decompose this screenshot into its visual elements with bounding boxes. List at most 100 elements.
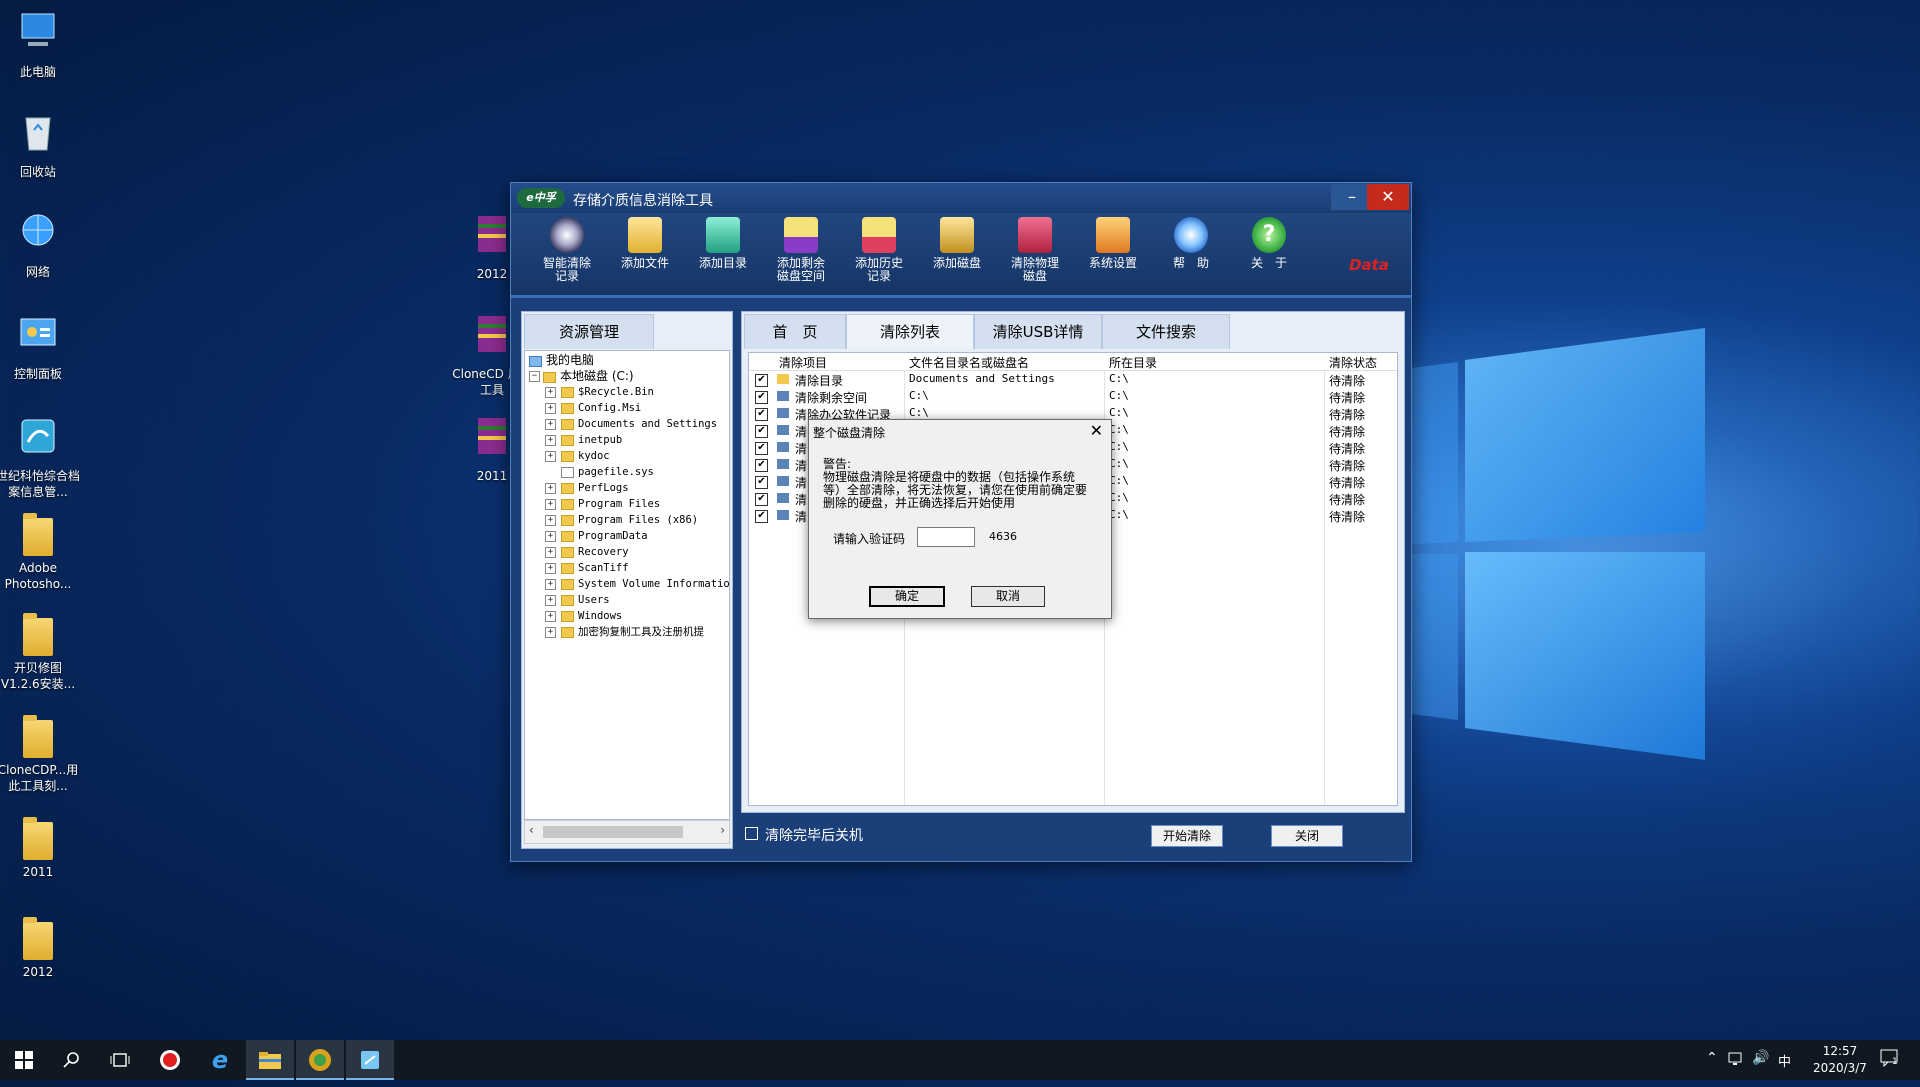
tree-item[interactable]: + kydoc	[545, 448, 610, 464]
add-disk-button[interactable]: 添加磁盘	[919, 217, 995, 270]
tree-item[interactable]: pagefile.sys	[545, 464, 654, 480]
smart-clean-button[interactable]: 智能清除 记录	[529, 217, 605, 283]
scroll-right-icon[interactable]: ›	[720, 823, 725, 837]
expand-icon[interactable]: +	[545, 451, 556, 462]
column-header[interactable]: 清除状态	[1329, 354, 1377, 371]
desktop-icon-clonecd-folder[interactable]: CloneCDP...用此工具刻...	[0, 715, 80, 794]
expand-icon[interactable]: +	[545, 547, 556, 558]
column-header[interactable]: 清除项目	[779, 354, 827, 371]
tree-item[interactable]: + ProgramData	[545, 528, 648, 544]
expand-icon[interactable]: +	[545, 387, 556, 398]
expand-icon[interactable]: +	[545, 627, 556, 638]
dialog-close-icon[interactable]: ✕	[1090, 421, 1103, 440]
horizontal-scrollbar[interactable]: ‹ ›	[524, 820, 730, 844]
tab-home[interactable]: 首 页	[744, 314, 846, 349]
desktop-icon-2011-folder[interactable]: 2011	[0, 817, 80, 880]
expand-icon[interactable]: +	[545, 499, 556, 510]
desktop-icon-2012-folder[interactable]: 2012	[0, 917, 80, 980]
row-checkbox[interactable]: ✔	[755, 425, 768, 438]
table-row[interactable]: ✔ 清除剩余空间 C:\ C:\ 待清除	[749, 388, 1397, 405]
scroll-left-icon[interactable]: ‹	[529, 823, 534, 837]
tray-chevron-icon[interactable]: ⌃	[1706, 1050, 1718, 1066]
add-history-button[interactable]: 添加历史 记录	[841, 217, 917, 283]
desktop-icon-control-panel[interactable]: 控制面板	[0, 310, 80, 382]
row-checkbox[interactable]: ✔	[755, 510, 768, 523]
tree-root[interactable]: 我的电脑	[529, 352, 594, 368]
tree-item[interactable]: + System Volume Informatio	[545, 576, 729, 592]
expand-icon[interactable]: +	[545, 403, 556, 414]
add-file-button[interactable]: 添加文件	[607, 217, 683, 270]
verification-input[interactable]	[917, 527, 975, 547]
tab-resource-management[interactable]: 资源管理	[524, 314, 654, 349]
title-bar[interactable]: e中孚 存储介质信息消除工具 – ✕	[511, 183, 1411, 213]
tree-item[interactable]: + ScanTiff	[545, 560, 629, 576]
expand-icon[interactable]: +	[545, 611, 556, 622]
expand-icon[interactable]: +	[545, 419, 556, 430]
row-checkbox[interactable]: ✔	[755, 442, 768, 455]
expand-icon[interactable]: +	[545, 531, 556, 542]
collapse-icon[interactable]: −	[529, 371, 540, 382]
column-header[interactable]: 文件名目录名或磁盘名	[909, 354, 1029, 371]
help-button[interactable]: 帮 助	[1153, 217, 1229, 270]
shutdown-checkbox[interactable]	[745, 827, 758, 840]
row-checkbox[interactable]: ✔	[755, 493, 768, 506]
tree-item[interactable]: + Program Files	[545, 496, 660, 512]
column-header[interactable]: 所在目录	[1109, 354, 1157, 371]
desktop-icon-recycle-bin[interactable]: 回收站	[0, 108, 80, 180]
expand-icon[interactable]: +	[545, 515, 556, 526]
desktop-icon-network[interactable]: 网络	[0, 208, 80, 280]
tab-file-search[interactable]: 文件搜索	[1102, 314, 1230, 349]
network-tray-icon[interactable]	[1728, 1051, 1744, 1070]
row-checkbox[interactable]: ✔	[755, 408, 768, 421]
system-settings-button[interactable]: 系统设置	[1075, 217, 1151, 270]
expand-icon[interactable]: +	[545, 579, 556, 590]
tree-item[interactable]: + PerfLogs	[545, 480, 629, 496]
volume-icon[interactable]: 🔊	[1752, 1050, 1769, 1066]
add-directory-button[interactable]: 添加目录	[685, 217, 761, 270]
task-view-button[interactable]	[96, 1040, 144, 1080]
tree-item[interactable]: + Users	[545, 592, 610, 608]
taskbar-erase-tool[interactable]	[296, 1040, 344, 1080]
add-free-space-button[interactable]: 添加剩余 磁盘空间	[763, 217, 839, 283]
clock-time[interactable]: 12:57	[1816, 1044, 1864, 1058]
close-button[interactable]: 关闭	[1271, 825, 1343, 847]
tree-item[interactable]: + Program Files (x86)	[545, 512, 698, 528]
ok-button[interactable]: 确定	[869, 586, 945, 607]
taskbar-record-app[interactable]	[146, 1040, 194, 1080]
tab-clean-list[interactable]: 清除列表	[846, 314, 974, 349]
desktop-icon-kaibei-folder[interactable]: 开贝修图V1.2.6安装...	[0, 613, 80, 692]
scrollbar-thumb[interactable]	[543, 826, 683, 838]
tree-drive[interactable]: − 本地磁盘 (C:)	[529, 368, 634, 384]
taskbar-file-explorer[interactable]	[246, 1040, 294, 1080]
desktop-icon-archive-app[interactable]: 世纪科怡综合档案信息管...	[0, 412, 80, 500]
tree-item[interactable]: + $Recycle.Bin	[545, 384, 654, 400]
tree-item[interactable]: + Config.Msi	[545, 400, 641, 416]
start-clean-button[interactable]: 开始清除	[1151, 825, 1223, 847]
expand-icon[interactable]: +	[545, 563, 556, 574]
table-row[interactable]: ✔ 清除目录 Documents and Settings C:\ 待清除	[749, 371, 1397, 388]
expand-icon[interactable]: +	[545, 483, 556, 494]
clock-date[interactable]: 2020/3/7	[1800, 1061, 1880, 1075]
tree-item[interactable]: + inetpub	[545, 432, 622, 448]
ime-indicator[interactable]: 中	[1778, 1051, 1791, 1070]
row-checkbox[interactable]: ✔	[755, 391, 768, 404]
taskbar-ie[interactable]: e	[196, 1040, 244, 1080]
tree-item[interactable]: + Documents and Settings	[545, 416, 717, 432]
tab-usb-details[interactable]: 清除USB详情	[974, 314, 1102, 349]
about-button[interactable]: ? 关 于	[1231, 217, 1307, 270]
row-checkbox[interactable]: ✔	[755, 459, 768, 472]
row-checkbox[interactable]: ✔	[755, 476, 768, 489]
wipe-physical-disk-button[interactable]: 清除物理 磁盘	[997, 217, 1073, 283]
notification-center-button[interactable]: 1	[1880, 1049, 1900, 1070]
search-button[interactable]	[48, 1040, 96, 1080]
start-button[interactable]	[0, 1040, 48, 1080]
row-checkbox[interactable]: ✔	[755, 374, 768, 387]
tree-item[interactable]: + Windows	[545, 608, 622, 624]
desktop-icon-photoshop-folder[interactable]: Adobe Photosho...	[0, 513, 80, 592]
desktop-icon-computer[interactable]: 此电脑	[0, 8, 80, 80]
tree-item[interactable]: + Recovery	[545, 544, 629, 560]
expand-icon[interactable]: +	[545, 595, 556, 606]
file-tree[interactable]: 我的电脑 − 本地磁盘 (C:) + $Recycle.Bin + Config.Ms…	[524, 350, 730, 820]
taskbar-app[interactable]	[346, 1040, 394, 1080]
cancel-button[interactable]: 取消	[971, 586, 1045, 607]
